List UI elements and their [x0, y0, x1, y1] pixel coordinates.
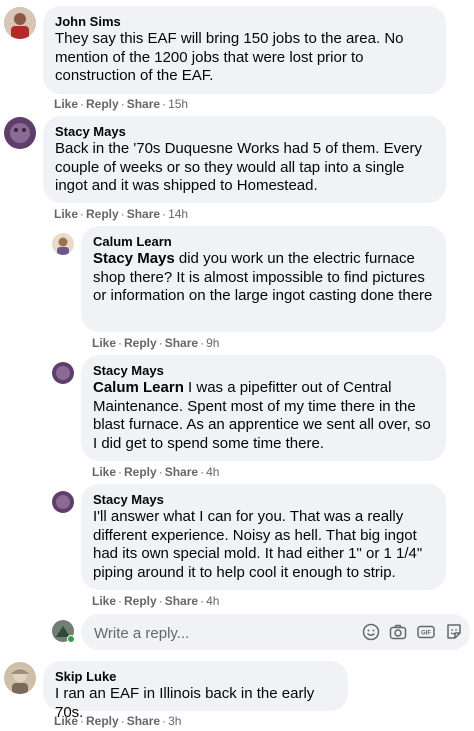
reply-text: Calum Learn I was a pipefitter out of Ce…: [93, 379, 434, 453]
timestamp[interactable]: 3h: [168, 714, 181, 728]
comment-text: They say this EAF will bring 150 jobs to…: [55, 30, 404, 84]
reply-button[interactable]: Reply: [86, 207, 119, 221]
timestamp[interactable]: 14h: [168, 207, 188, 221]
timestamp[interactable]: 15h: [168, 97, 188, 111]
sticker-icon[interactable]: [445, 623, 463, 641]
reply-button[interactable]: Reply: [86, 714, 119, 728]
author-name[interactable]: Stacy Mays: [93, 363, 434, 379]
avatar[interactable]: [4, 7, 36, 39]
comment-bubble: Stacy Mays Back in the '70s Duquesne Wor…: [43, 116, 446, 203]
mention-link[interactable]: Stacy Mays: [93, 250, 175, 267]
timestamp[interactable]: 9h: [206, 336, 219, 350]
avatar[interactable]: [52, 491, 74, 513]
gif-icon[interactable]: GIF: [417, 623, 435, 641]
avatar[interactable]: [4, 662, 36, 694]
share-button[interactable]: Share: [127, 714, 160, 728]
timestamp[interactable]: 4h: [206, 465, 219, 479]
share-button[interactable]: Share: [165, 465, 198, 479]
online-status-icon: [68, 636, 74, 642]
emoji-icon[interactable]: [362, 623, 380, 641]
comment-actions: Like · Reply · Share · 3h: [54, 714, 182, 728]
author-name[interactable]: John Sims: [55, 14, 434, 30]
comment-text: Back in the '70s Duquesne Works had 5 of…: [55, 140, 422, 194]
like-button[interactable]: Like: [92, 465, 116, 479]
reply-actions: Like · Reply · Share · 9h: [92, 336, 220, 350]
timestamp[interactable]: 4h: [206, 594, 219, 608]
like-button[interactable]: Like: [54, 97, 78, 111]
mention-link[interactable]: Calum Learn: [93, 379, 184, 396]
author-name[interactable]: Stacy Mays: [93, 492, 434, 508]
share-button[interactable]: Share: [165, 336, 198, 350]
comment-bubble: Skip Luke I ran an EAF in Illinois back …: [43, 661, 348, 721]
like-button[interactable]: Like: [92, 594, 116, 608]
author-name[interactable]: Calum Learn: [93, 234, 434, 250]
share-button[interactable]: Share: [165, 594, 198, 608]
current-user-avatar[interactable]: [52, 620, 75, 643]
reply-bubble: Stacy Mays Calum Learn I was a pipefitte…: [81, 355, 446, 461]
reply-actions: Like · Reply · Share · 4h: [92, 594, 220, 608]
reply-bubble: Calum Learn Stacy Mays did you work un t…: [81, 226, 446, 332]
author-name[interactable]: Skip Luke: [55, 669, 336, 685]
reply-box: GIF: [81, 614, 470, 652]
reply-button[interactable]: Reply: [124, 465, 157, 479]
svg-text:GIF: GIF: [421, 631, 431, 637]
author-name[interactable]: Stacy Mays: [55, 124, 434, 140]
camera-icon[interactable]: [389, 623, 407, 641]
reply-button[interactable]: Reply: [86, 97, 119, 111]
reply-actions: Like · Reply · Share · 4h: [92, 465, 220, 479]
comment-actions: Like · Reply · Share · 14h: [54, 207, 189, 221]
avatar[interactable]: [4, 117, 36, 149]
avatar[interactable]: [52, 233, 74, 255]
reply-text: I'll answer what I can for you. That was…: [93, 508, 423, 581]
reply-button[interactable]: Reply: [124, 336, 157, 350]
comment-bubble: John Sims They say this EAF will bring 1…: [43, 6, 446, 94]
like-button[interactable]: Like: [92, 336, 116, 350]
like-button[interactable]: Like: [54, 714, 78, 728]
reply-bubble: Stacy Mays I'll answer what I can for yo…: [81, 484, 446, 590]
reply-input[interactable]: [92, 614, 336, 652]
avatar[interactable]: [52, 362, 74, 384]
share-button[interactable]: Share: [127, 207, 160, 221]
like-button[interactable]: Like: [54, 207, 78, 221]
comment-actions: Like · Reply · Share · 15h: [54, 97, 189, 111]
reply-text: Stacy Mays did you work un the electric …: [93, 250, 434, 306]
share-button[interactable]: Share: [127, 97, 160, 111]
reply-button[interactable]: Reply: [124, 594, 157, 608]
